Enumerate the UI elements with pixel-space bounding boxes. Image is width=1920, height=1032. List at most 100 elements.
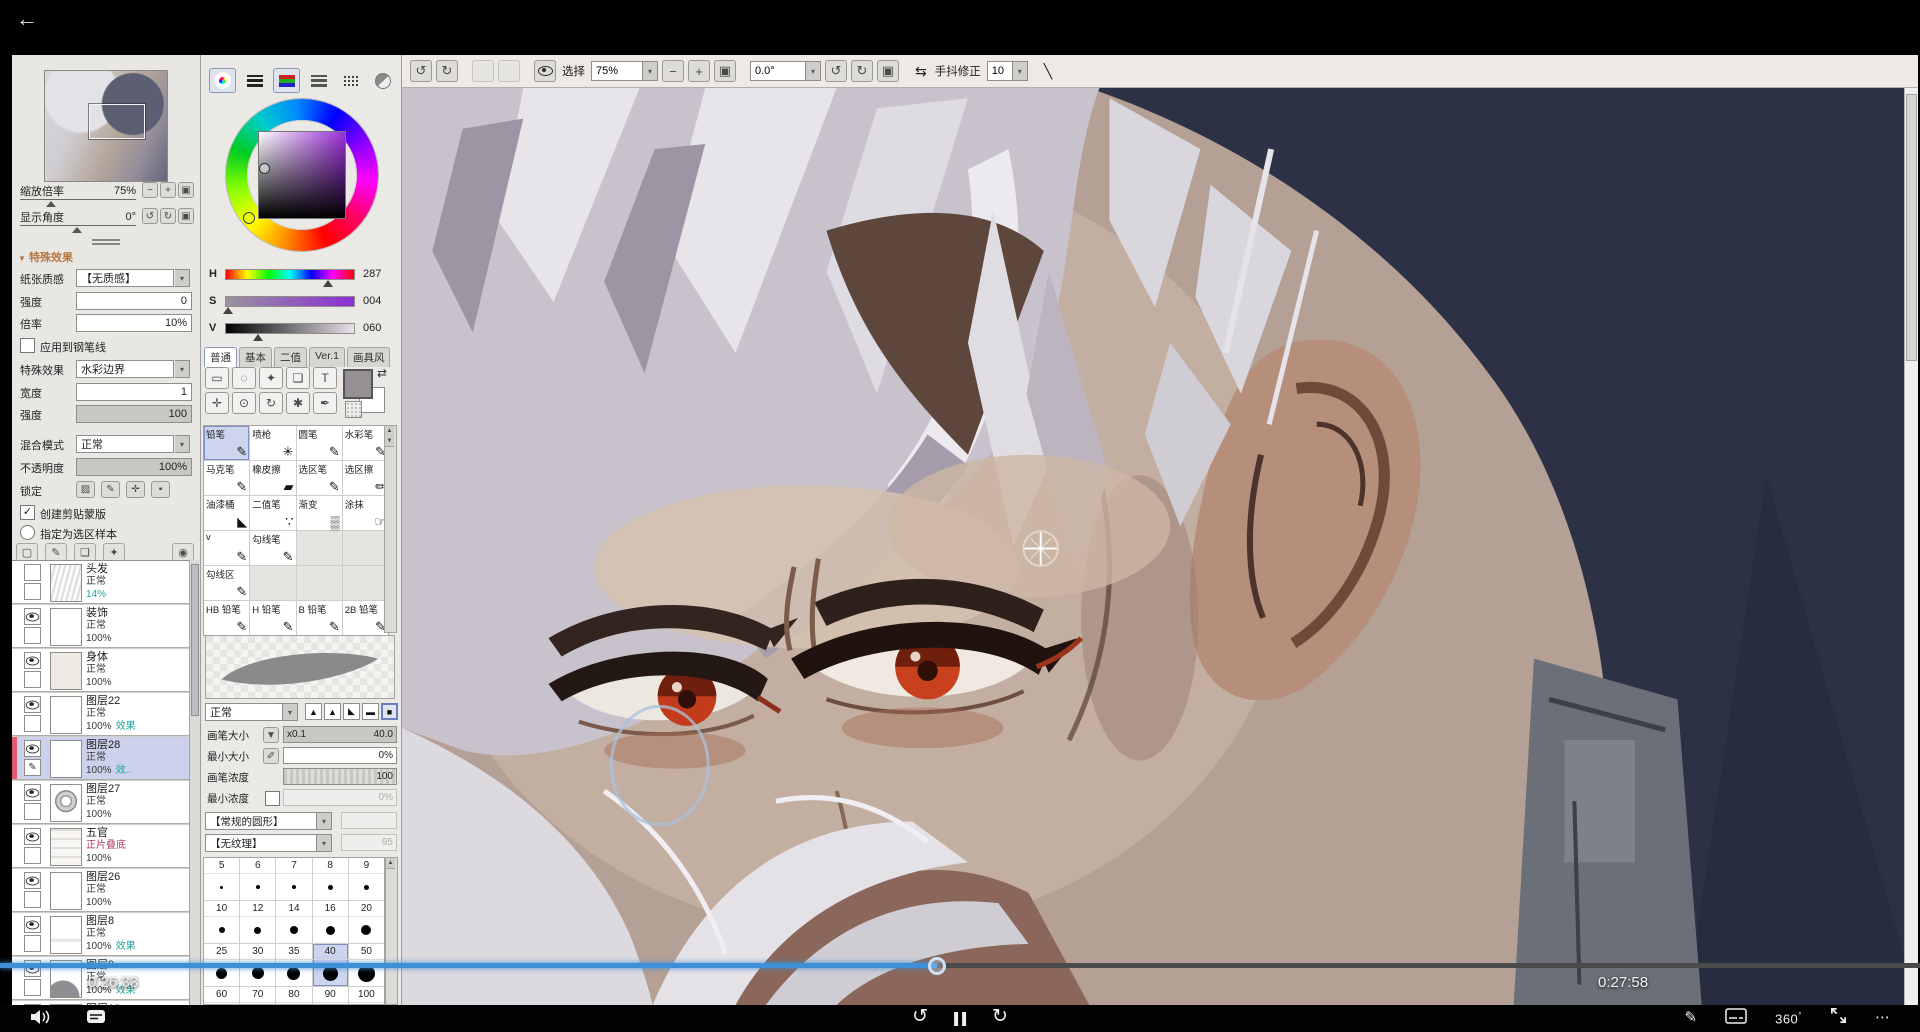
edge-shape-button[interactable]: ▲ [305,703,322,720]
brush-cell[interactable]: 马克笔 ✎ [204,461,249,495]
zoom-tool-icon[interactable]: ⊙ [232,392,256,414]
scratchpad-tab-icon[interactable] [369,68,396,93]
brush-cell[interactable]: 油漆桶 ◣ [204,496,249,530]
opacity-slider[interactable]: 100% [76,458,192,476]
value-slider[interactable] [225,323,355,334]
layer-list-scrollbar[interactable] [189,560,200,1005]
back-icon[interactable]: ← [16,6,38,32]
selection-visibility-eye-icon[interactable] [534,60,556,82]
pause-icon[interactable] [954,1008,966,1026]
color-wheel[interactable] [226,99,378,251]
size-presets-scrollbar[interactable]: ▲ [385,857,398,1005]
texture-strength-field[interactable]: 0 [76,292,192,310]
density-slider[interactable]: 100 [283,768,397,785]
annotate-pen-icon[interactable]: ✎ [1685,1008,1698,1028]
brush-cell[interactable]: 圆笔 ✎ [297,426,342,460]
min-size-field[interactable]: 0% [283,747,397,764]
layer-edit-pencil-icon[interactable] [24,803,41,820]
layer-visibility-eye-icon[interactable] [24,916,41,933]
edge-shape-button[interactable]: ▲ [324,703,341,720]
edge-shape-button[interactable]: ■ [381,703,398,720]
undo-button[interactable]: ↺ [410,60,432,82]
rotate-ccw-button[interactable]: ↺ [142,208,158,224]
layer-edit-pencil-icon[interactable] [24,847,41,864]
rotate-360-icon[interactable]: 360° [1775,1011,1802,1026]
brush-cell[interactable] [297,531,342,565]
layer-visibility-eye-icon[interactable] [24,696,41,713]
paper-texture-caret[interactable]: ▾ [175,269,190,287]
size-preset-cell[interactable]: 60 [204,987,239,1005]
layer-thumbnail[interactable] [50,784,82,822]
color-square-marker[interactable] [259,163,270,174]
canvas-zoom-caret[interactable]: ▾ [643,61,658,81]
brush-cell[interactable]: 水彩笔 ✎ [343,426,388,460]
size-preset-cell[interactable]: 6 [240,858,275,900]
brush-size-slider[interactable]: x0.1 40.0 [283,726,397,743]
brush-cell[interactable]: v ✎ [204,531,249,565]
subtitle-icon[interactable] [1725,1008,1747,1029]
canvas-zoom-reset-button[interactable]: ▣ [714,60,736,82]
size-preset-cell[interactable]: 10 [204,901,239,943]
rotate-tool-icon[interactable]: ↻ [259,392,283,414]
layer-row[interactable]: 图层8 正常 100%效果 [12,913,190,956]
progress-bar[interactable] [0,963,1920,968]
layer-visibility-eye-icon[interactable] [24,652,41,669]
canvas-angle-value[interactable]: 0.0° [750,61,806,81]
invert-selection-button[interactable] [498,60,520,82]
bar-sliders-tab-icon[interactable] [241,68,268,93]
effect-select[interactable]: 水彩边界 [76,360,174,378]
texture-scale-field[interactable]: 10% [76,314,192,332]
redo-button[interactable]: ↻ [436,60,458,82]
line-tool-icon[interactable]: ╲ [1044,63,1052,80]
effect-caret[interactable]: ▾ [175,360,190,378]
brush-cell[interactable]: 喷枪 ✳ [250,426,295,460]
layer-row[interactable]: 图层22 正常 100%效果 [12,693,190,736]
layer-thumbnail[interactable] [50,608,82,646]
edge-shape-button[interactable]: ▬ [362,703,379,720]
effect-width-field[interactable]: 1 [76,383,192,401]
min-size-pen-button[interactable]: ✐ [263,748,279,764]
flip-canvas-icon[interactable]: ⇆ [915,63,927,80]
rewind-icon[interactable]: ↺ [912,1006,928,1028]
angle-slider-marker[interactable] [72,227,82,233]
layer-visibility-eye-icon[interactable] [24,564,41,581]
brush-cell[interactable]: 勾线区 ✎ [204,566,249,600]
brush-cell[interactable]: 渐变 ▒ [297,496,342,530]
mixed-sliders-tab-icon[interactable] [305,68,332,93]
layer-row[interactable]: 图层27 正常 100% [12,781,190,824]
lock-alpha-icon[interactable]: ▨ [76,481,95,498]
saturation-slider[interactable] [225,296,355,307]
blend-mode-caret[interactable]: ▾ [175,435,190,453]
brush-mode-caret[interactable]: ▾ [283,703,298,721]
swatches-tab-icon[interactable] [337,68,364,93]
clipping-checkbox[interactable]: ✓ [20,505,35,520]
layer-edit-pencil-icon[interactable] [24,935,41,952]
brush-cell[interactable] [343,566,388,600]
hand-tool-icon[interactable]: ✱ [286,392,310,414]
layer-row[interactable]: 图层26 正常 100% [12,869,190,912]
brush-cell[interactable]: 选区笔 ✎ [297,461,342,495]
brush-cell[interactable]: 勾线笔 ✎ [250,531,295,565]
panel-splitter[interactable] [92,239,120,245]
brush-cell[interactable]: 涂抹 ☞ [343,496,388,530]
move-tool-icon[interactable]: ✛ [205,392,229,414]
layer-thumbnail[interactable] [50,740,82,778]
layer-thumbnail[interactable] [50,652,82,690]
swap-colors-icon[interactable]: ⇄ [377,366,387,380]
size-preset-cell[interactable]: 100 [349,987,384,1005]
color-wheel-tab-icon[interactable] [209,68,236,93]
canvas-rotate-reset-button[interactable]: ▣ [877,60,899,82]
zoom-slider-marker[interactable] [46,201,56,207]
min-density-checkbox[interactable] [265,791,280,806]
brush-shape-strength[interactable] [341,812,397,829]
brush-cell[interactable]: HB 铅笔 ✎ [204,601,249,635]
brush-cell[interactable]: H 铅笔 ✎ [250,601,295,635]
size-preset-cell[interactable]: 12 [240,901,275,943]
zoom-reset-button[interactable]: ▣ [178,182,194,198]
canvas[interactable] [402,88,1918,1005]
layer-visibility-eye-icon[interactable] [24,828,41,845]
layer-thumbnail[interactable] [50,872,82,910]
navigator-thumbnail[interactable] [44,70,168,182]
tool-shelf-tab[interactable]: 基本 [239,347,272,367]
brush-cell[interactable]: 选区擦 ✏ [343,461,388,495]
